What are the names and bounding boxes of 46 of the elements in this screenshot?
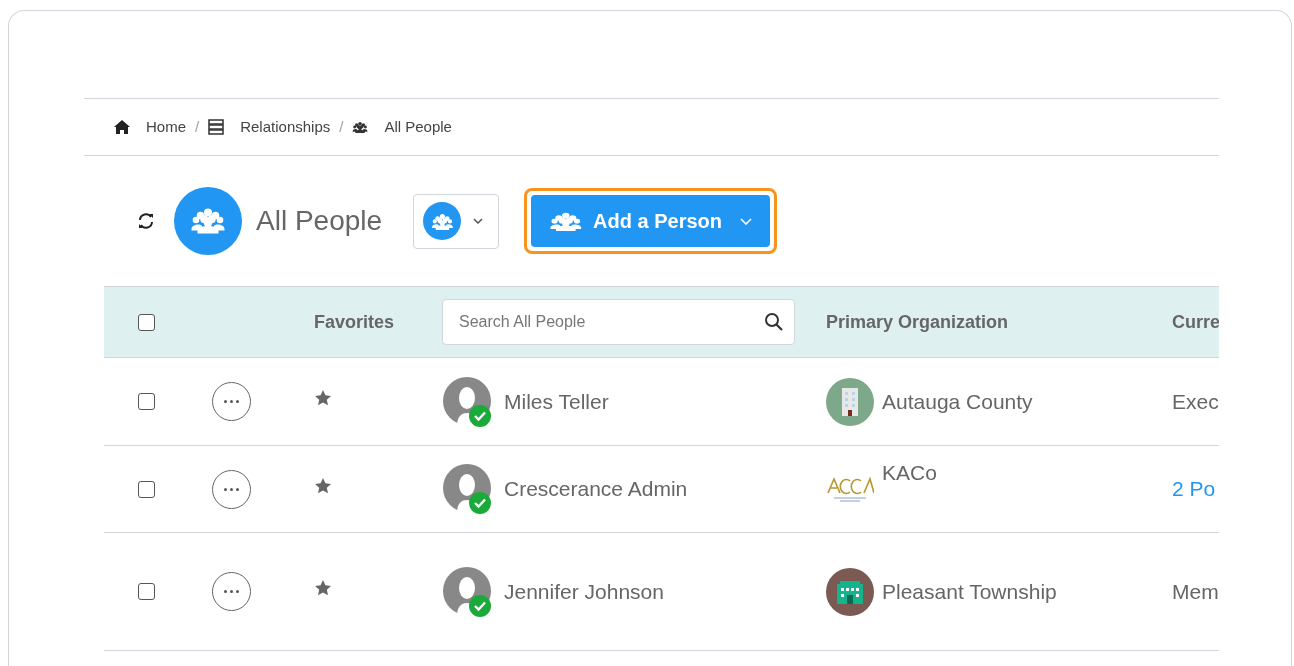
organization-name: KACo bbox=[882, 460, 937, 486]
home-icon bbox=[114, 119, 130, 135]
column-header: Favorites bbox=[313, 310, 396, 334]
search-icon bbox=[764, 312, 784, 332]
checkbox[interactable] bbox=[138, 480, 155, 498]
position-text: Mem bbox=[1172, 579, 1219, 603]
favorite-button[interactable] bbox=[314, 476, 332, 495]
checkbox[interactable] bbox=[138, 393, 155, 410]
people-avatar-icon bbox=[423, 202, 462, 240]
breadcrumb-link[interactable]: All People bbox=[384, 115, 452, 139]
breadcrumb-link[interactable]: Relationships bbox=[240, 115, 331, 139]
star-icon bbox=[314, 579, 332, 597]
building-icon bbox=[826, 567, 874, 616]
view-dropdown[interactable] bbox=[413, 193, 500, 249]
server-icon bbox=[208, 119, 225, 135]
chevron-down-icon bbox=[473, 218, 484, 224]
avatar-icon bbox=[442, 463, 492, 515]
breadcrumb-separator: / bbox=[339, 116, 344, 137]
position-text: Exec bbox=[1172, 389, 1219, 413]
star-icon bbox=[314, 389, 332, 407]
column-header: Curre bbox=[1171, 310, 1219, 334]
breadcrumb-link[interactable]: Home bbox=[146, 115, 186, 139]
checkbox[interactable] bbox=[138, 583, 155, 600]
refresh-button[interactable] bbox=[136, 211, 156, 231]
person-name-link[interactable]: Crescerance Admin bbox=[504, 473, 688, 505]
checkbox[interactable] bbox=[138, 313, 155, 331]
page-title: All People bbox=[256, 204, 383, 238]
person-name-link[interactable]: Miles Teller bbox=[504, 385, 609, 418]
organization-name: Autauga County bbox=[882, 388, 1033, 415]
breadcrumb-separator: / bbox=[195, 116, 200, 137]
positions-link[interactable]: 2 Po bbox=[1172, 477, 1216, 501]
add-person-button[interactable]: Add a Person bbox=[531, 195, 771, 247]
avatar-icon bbox=[442, 375, 492, 428]
search-field[interactable]: Search All People bbox=[442, 299, 795, 345]
building-icon bbox=[826, 377, 874, 426]
favorite-button[interactable] bbox=[314, 579, 332, 597]
star-icon bbox=[314, 476, 332, 495]
avatar-icon bbox=[442, 565, 492, 618]
column-header: Primary Organization bbox=[825, 310, 1010, 334]
person-name-link[interactable]: Jennifer Johnson bbox=[504, 575, 664, 608]
chevron-down-icon bbox=[740, 217, 752, 225]
people-avatar-icon bbox=[174, 187, 242, 255]
favorite-button[interactable] bbox=[314, 389, 332, 407]
people-icon bbox=[352, 119, 369, 135]
refresh-icon bbox=[136, 211, 156, 231]
organization-name: Pleasant Township bbox=[882, 578, 1057, 605]
